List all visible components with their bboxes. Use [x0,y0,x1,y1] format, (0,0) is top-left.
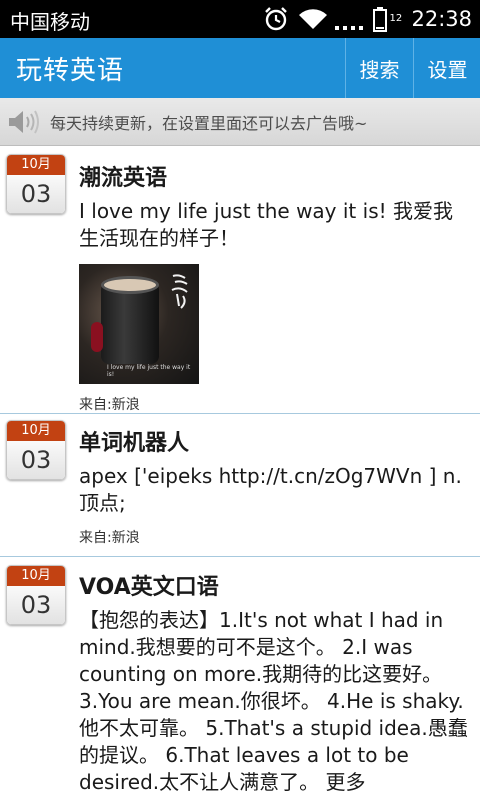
post-source: 来自:新浪 [79,530,140,546]
calligraphy-logo-icon [171,274,188,309]
post-text: apex ['eipeks http://t.cn/zOg7WVn ] n. 顶… [79,464,462,515]
date-month: 10月 [7,155,65,175]
app-bar: 玩转英语 搜索 设置 [0,38,480,98]
speaker-icon [9,110,39,133]
status-icons: 12 22:38 [263,0,480,38]
author-name: 单词机器人 [79,431,190,456]
hand-shape [91,322,103,352]
notice-text: 每天持续更新，在设置里面还可以去广告哦~ [50,113,368,133]
date-day: 03 [7,586,65,624]
feed-list[interactable]: 10月 03 潮流英语 I love my life just the way … [0,146,480,800]
date-day: 03 [7,441,65,479]
feed-item[interactable]: 10月 03 VOA英文口语 【抱怨的表达】1.It's not what I … [0,557,480,800]
feed-item[interactable]: 10月 03 单词机器人 apex ['eipeks http://t.cn/z… [0,414,480,557]
feed-item[interactable]: 10月 03 潮流英语 I love my life just the way … [0,146,480,414]
date-month: 10月 [7,421,65,441]
alarm-icon [265,7,288,31]
calendar-date: 10月 03 [6,565,66,625]
coffee-mug-shape [101,282,159,364]
notice-bar[interactable]: 每天持续更新，在设置里面还可以去广告哦~ [0,98,480,146]
image-caption: I love my life just the way it is! [107,364,191,378]
coffee-cup-rim [101,276,159,294]
post-image[interactable]: I love my life just the way it is! [79,264,199,384]
post-source: 来自:新浪 [79,397,140,413]
app-title: 玩转英语 [16,56,125,86]
search-button[interactable]: 搜索 [345,38,413,98]
clock: 22:38 [411,7,472,31]
date-month: 10月 [7,566,65,586]
post-text: 【抱怨的表达】1.It's not what I had in mind.我想要… [79,608,468,794]
date-day: 03 [7,175,65,213]
battery-percent: 12 [389,13,403,24]
post-text: I love my life just the way it is! 我爱我生活… [79,199,453,250]
battery-icon [373,7,388,32]
author-name: VOA英文口语 [79,575,219,600]
author-name: 潮流英语 [79,166,168,191]
carrier-name: 中国移动 [10,10,90,34]
status-bar: 中国移动 12 22:38 [0,0,480,38]
settings-button[interactable]: 设置 [413,38,480,98]
signal-icon [335,26,364,30]
wifi-icon [299,9,328,30]
calendar-date: 10月 03 [6,420,66,480]
calendar-date: 10月 03 [6,154,66,214]
